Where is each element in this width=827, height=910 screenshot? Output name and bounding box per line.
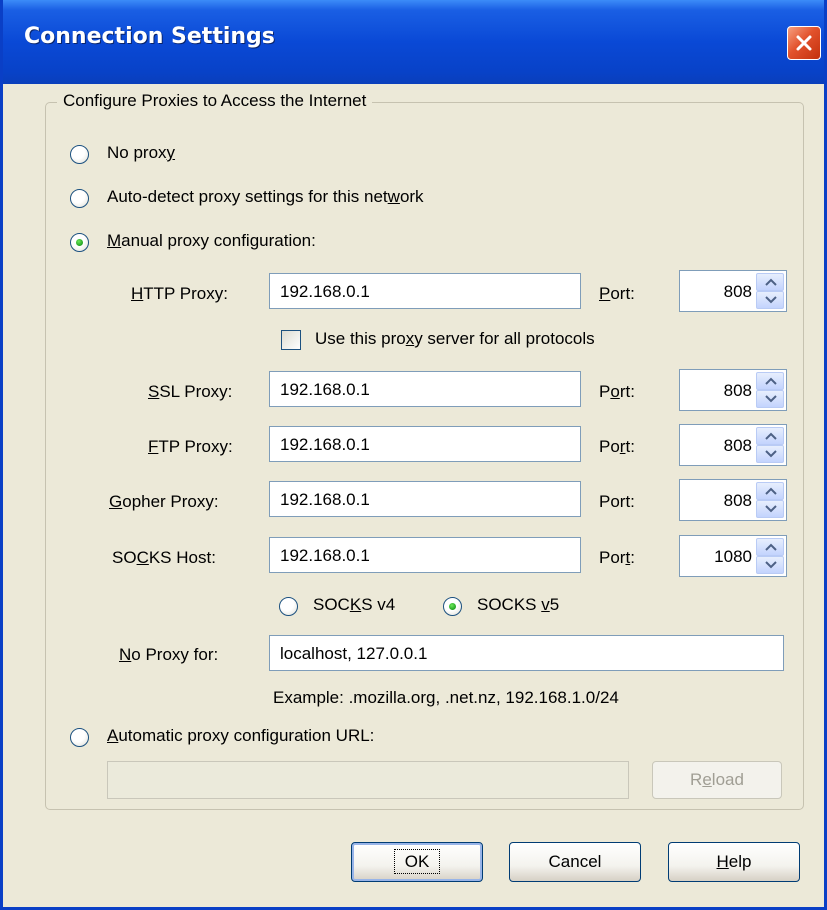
no-proxy-for-input[interactable]: localhost, 127.0.0.1 <box>269 635 784 671</box>
use-proxy-all-protocols-label[interactable]: Use this proxy server for all protocols <box>315 329 595 349</box>
gopher-port-value: 808 <box>723 491 752 510</box>
ftp-proxy-input[interactable]: 192.168.0.1 <box>269 426 581 462</box>
http-proxy-input[interactable]: 192.168.0.1 <box>269 273 581 309</box>
chevron-down-icon <box>765 505 777 513</box>
help-button[interactable]: Help <box>668 842 800 882</box>
auto-detect-radio[interactable] <box>70 189 89 208</box>
chevron-up-icon <box>765 377 777 385</box>
http-proxy-label: HTTP Proxy: <box>131 284 228 303</box>
http-port-down-button[interactable] <box>756 291 784 309</box>
socks-port-down-button[interactable] <box>756 556 784 574</box>
title-bar[interactable]: Connection Settings <box>3 0 824 84</box>
socks-v5-label[interactable]: SOCKS v5 <box>477 595 559 615</box>
close-icon <box>796 35 812 51</box>
ssl-port-label: Port: <box>599 382 635 401</box>
socks-port-spinner[interactable]: 1080 <box>679 535 787 577</box>
ftp-proxy-label: FTP Proxy: <box>148 437 233 456</box>
http-port-up-button[interactable] <box>756 273 784 291</box>
gopher-port-down-button[interactable] <box>756 500 784 518</box>
no-proxy-radio[interactable] <box>70 145 89 164</box>
manual-proxy-radio[interactable] <box>70 233 89 252</box>
ftp-port-up-button[interactable] <box>756 427 784 445</box>
chevron-down-icon <box>765 450 777 458</box>
socks-host-label: SOCKS Host: <box>112 548 216 567</box>
chevron-down-icon <box>765 395 777 403</box>
ok-button[interactable]: OK <box>351 842 483 882</box>
cancel-button[interactable]: Cancel <box>509 842 641 882</box>
auto-config-url-label[interactable]: Automatic proxy configuration URL: <box>107 726 374 746</box>
manual-proxy-label[interactable]: Manual proxy configuration: <box>107 231 316 251</box>
chevron-down-icon <box>765 296 777 304</box>
gopher-port-up-button[interactable] <box>756 482 784 500</box>
ssl-port-up-button[interactable] <box>756 372 784 390</box>
chevron-down-icon <box>765 561 777 569</box>
socks-v5-radio[interactable] <box>443 597 462 616</box>
socks-port-up-button[interactable] <box>756 538 784 556</box>
auto-config-url-input[interactable] <box>107 761 629 799</box>
close-button[interactable] <box>787 26 821 60</box>
ftp-port-value: 808 <box>723 436 752 455</box>
chevron-up-icon <box>765 278 777 286</box>
socks-host-input[interactable]: 192.168.0.1 <box>269 537 581 573</box>
ssl-port-down-button[interactable] <box>756 390 784 408</box>
ftp-port-spinner[interactable]: 808 <box>679 424 787 466</box>
use-proxy-all-protocols-checkbox[interactable] <box>281 330 301 350</box>
http-port-label: Port: <box>599 284 635 303</box>
http-port-value: 808 <box>723 282 752 301</box>
auto-detect-label[interactable]: Auto-detect proxy settings for this netw… <box>107 187 424 207</box>
socks-port-label: Port: <box>599 548 635 567</box>
ftp-port-label: Port: <box>599 437 635 456</box>
gopher-proxy-label: Gopher Proxy: <box>109 492 219 511</box>
ssl-proxy-label: SSL Proxy: <box>148 382 233 401</box>
socks-v4-label[interactable]: SOCKS v4 <box>313 595 395 615</box>
chevron-up-icon <box>765 487 777 495</box>
window-title: Connection Settings <box>24 24 275 49</box>
no-proxy-for-label: No Proxy for: <box>119 645 219 664</box>
gopher-proxy-input[interactable]: 192.168.0.1 <box>269 481 581 517</box>
chevron-up-icon <box>765 543 777 551</box>
ssl-proxy-input[interactable]: 192.168.0.1 <box>269 371 581 407</box>
socks-v4-radio[interactable] <box>279 597 298 616</box>
proxy-group-label: Configure Proxies to Access the Internet <box>57 91 373 111</box>
ftp-port-down-button[interactable] <box>756 445 784 463</box>
connection-settings-dialog: Connection Settings Configure Proxies to… <box>0 0 827 910</box>
gopher-port-label: Port: <box>599 492 635 511</box>
ssl-port-spinner[interactable]: 808 <box>679 369 787 411</box>
reload-button[interactable]: Reload <box>652 761 782 799</box>
http-port-spinner[interactable]: 808 <box>679 270 787 312</box>
gopher-port-spinner[interactable]: 808 <box>679 479 787 521</box>
auto-config-url-radio[interactable] <box>70 728 89 747</box>
no-proxy-label[interactable]: No proxy <box>107 143 175 163</box>
ssl-port-value: 808 <box>723 381 752 400</box>
no-proxy-example-text: Example: .mozilla.org, .net.nz, 192.168.… <box>273 688 619 707</box>
chevron-up-icon <box>765 432 777 440</box>
socks-port-value: 1080 <box>714 547 752 566</box>
